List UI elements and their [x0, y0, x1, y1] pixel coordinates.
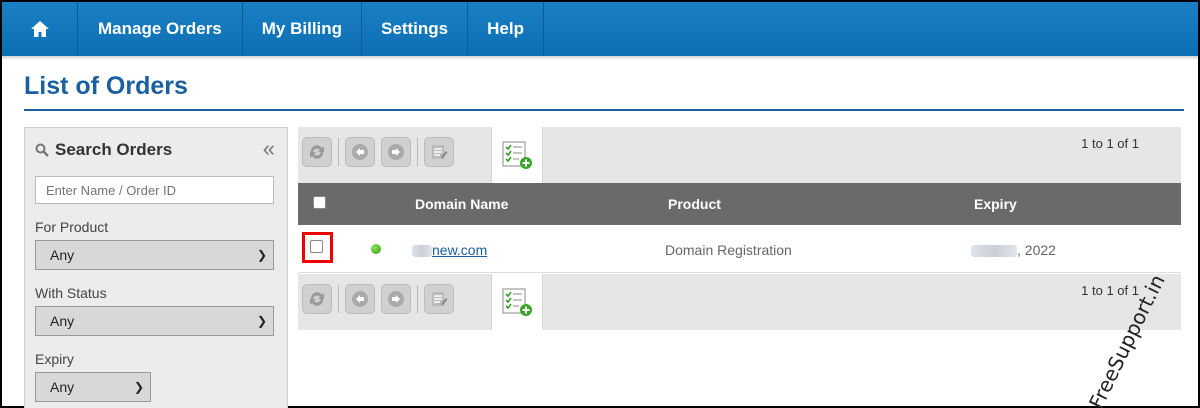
expiry-select[interactable]: Any ❯: [35, 372, 151, 402]
collapse-sidebar-icon[interactable]: «: [263, 136, 275, 162]
column-expiry[interactable]: Expiry: [974, 196, 1017, 212]
expiry-value: Any: [50, 379, 75, 395]
home-icon: [30, 21, 49, 37]
search-icon: [35, 143, 49, 157]
with-status-label: With Status: [35, 285, 107, 301]
suspend-icon: [352, 144, 368, 160]
sidebar-header: Search Orders: [35, 140, 172, 160]
nav-shadow: [2, 56, 1198, 60]
chevron-down-icon: ❯: [256, 248, 267, 262]
refresh-button[interactable]: [302, 137, 332, 167]
suspend-button[interactable]: [345, 284, 375, 314]
chevron-down-icon: ❯: [133, 380, 144, 394]
column-product[interactable]: Product: [668, 196, 721, 212]
suspend-icon: [352, 291, 368, 307]
page-title: List of Orders: [24, 72, 188, 100]
nav-manage-orders[interactable]: Manage Orders: [78, 2, 243, 56]
bottom-toolbar: 1 to 1 of 1: [298, 274, 1181, 330]
with-status-value: Any: [50, 313, 75, 329]
table-header: Domain Name Product Expiry: [298, 183, 1181, 225]
nav-my-billing[interactable]: My Billing: [243, 2, 363, 56]
expiry-text: , 2022: [1017, 242, 1056, 258]
redacted-text: [412, 245, 432, 258]
top-toolbar: 1 to 1 of 1: [298, 127, 1181, 183]
column-domain-name[interactable]: Domain Name: [415, 196, 508, 212]
row-checkbox[interactable]: [310, 240, 323, 253]
add-order-icon: [502, 141, 532, 169]
row-checkbox-highlight: [302, 232, 333, 263]
unsuspend-icon: [388, 291, 404, 307]
bulk-edit-icon: [432, 145, 448, 159]
toolbar-separator: [417, 285, 418, 313]
redacted-text: [971, 245, 1017, 258]
for-product-label: For Product: [35, 219, 109, 235]
domain-name-text: new.com: [432, 242, 488, 258]
domain-link[interactable]: new.com: [412, 242, 487, 258]
pager-text: 1 to 1 of 1: [1081, 283, 1139, 298]
toolbar-separator: [338, 285, 339, 313]
nav-help[interactable]: Help: [468, 2, 544, 56]
add-order-button[interactable]: [491, 274, 543, 330]
bulk-edit-icon: [432, 292, 448, 306]
add-order-button[interactable]: [491, 127, 543, 183]
refresh-icon: [310, 145, 324, 159]
select-all-checkbox[interactable]: [313, 196, 326, 209]
status-dot-icon: [371, 244, 381, 254]
add-order-icon: [502, 288, 532, 316]
bulk-edit-button[interactable]: [424, 284, 454, 314]
home-button[interactable]: [2, 2, 78, 56]
bulk-edit-button[interactable]: [424, 137, 454, 167]
pager-text: 1 to 1 of 1: [1081, 136, 1139, 151]
expiry-label: Expiry: [35, 351, 74, 367]
search-input[interactable]: [35, 176, 274, 204]
chevron-down-icon: ❯: [256, 314, 267, 328]
suspend-button[interactable]: [345, 137, 375, 167]
unsuspend-icon: [388, 144, 404, 160]
top-nav: Manage Orders My Billing Settings Help: [2, 2, 1198, 56]
refresh-icon: [310, 292, 324, 306]
for-product-select[interactable]: Any ❯: [35, 240, 274, 270]
toolbar-separator: [338, 138, 339, 166]
title-divider: [24, 109, 1184, 111]
expiry-cell: , 2022: [971, 242, 1056, 258]
refresh-button[interactable]: [302, 284, 332, 314]
for-product-value: Any: [50, 247, 75, 263]
product-cell: Domain Registration: [665, 242, 792, 258]
unsuspend-button[interactable]: [381, 284, 411, 314]
nav-settings[interactable]: Settings: [362, 2, 469, 56]
with-status-select[interactable]: Any ❯: [35, 306, 274, 336]
sidebar-title: Search Orders: [55, 140, 173, 159]
toolbar-separator: [417, 138, 418, 166]
unsuspend-button[interactable]: [381, 137, 411, 167]
table-row: new.com Domain Registration , 2022: [298, 225, 1181, 273]
search-sidebar: Search Orders « For Product Any ❯ With S…: [24, 127, 288, 408]
